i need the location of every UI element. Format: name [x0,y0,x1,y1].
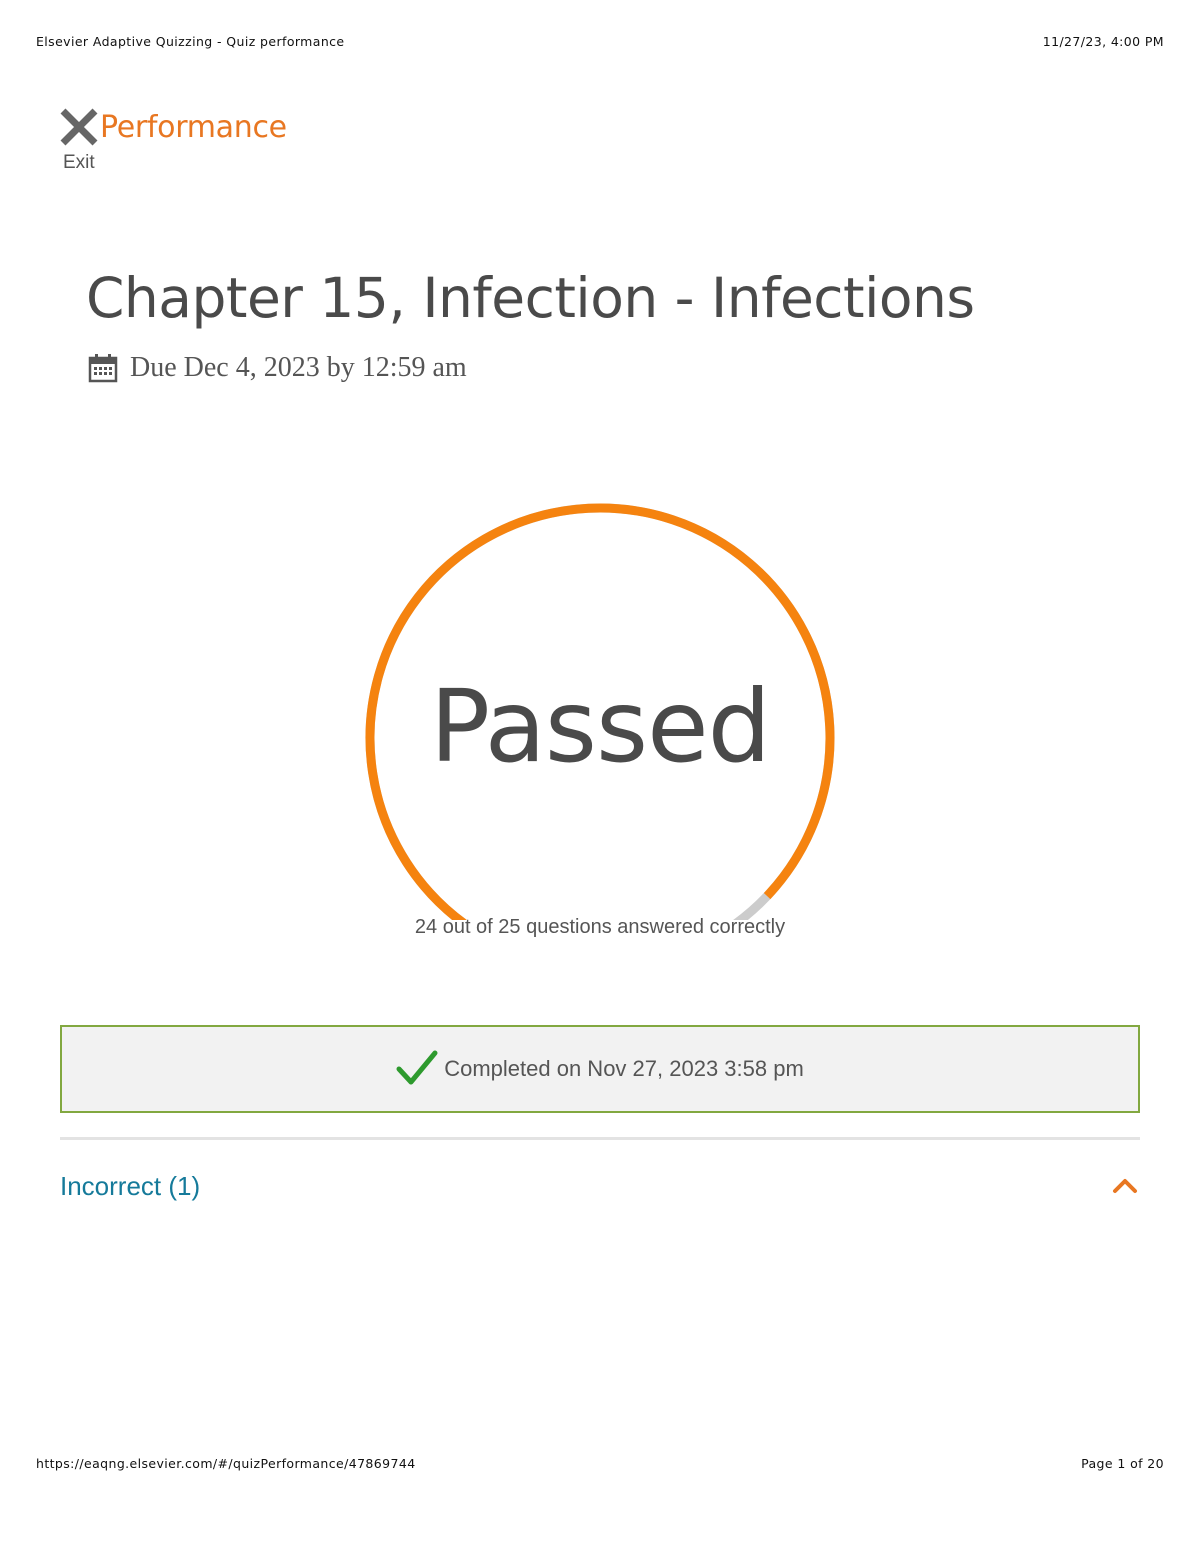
calendar-icon [88,354,118,383]
pass-status: Passed [429,668,771,785]
section-divider [60,1137,1140,1140]
due-date: Due Dec 4, 2023 by 12:59 am [88,352,467,384]
incorrect-section-label: Incorrect (1) [60,1170,201,1201]
print-header-timestamp: 11/27/23, 4:00 PM [1042,34,1164,49]
checkmark-icon [396,1050,438,1085]
score-caption: 24 out of 25 questions answered correctl… [414,916,786,938]
completion-banner: Completed on Nov 27, 2023 3:58 pm [60,1025,1140,1113]
page-title: Performance [100,110,287,145]
due-date-text: Due Dec 4, 2023 by 12:59 am [130,352,467,383]
print-footer-page: Page 1 of 20 [1081,1456,1164,1471]
incorrect-section-toggle[interactable]: Incorrect (1) [60,1166,1140,1206]
print-header-title: Elsevier Adaptive Quizzing - Quiz perfor… [36,34,345,49]
print-header: Elsevier Adaptive Quizzing - Quiz perfor… [36,34,1164,49]
quiz-title: Chapter 15, Infection - Infections [86,266,975,330]
print-footer: https://eaqng.elsevier.com/#/quizPerform… [36,1456,1164,1471]
chevron-up-icon[interactable] [1112,1177,1138,1195]
close-x-icon [60,108,98,146]
exit-button[interactable]: Exit [58,106,98,174]
exit-label: Exit [63,152,95,173]
page-header: Exit Performance [58,106,287,174]
print-footer-url: https://eaqng.elsevier.com/#/quizPerform… [36,1456,416,1471]
completion-text: Completed on Nov 27, 2023 3:58 pm [444,1056,804,1081]
